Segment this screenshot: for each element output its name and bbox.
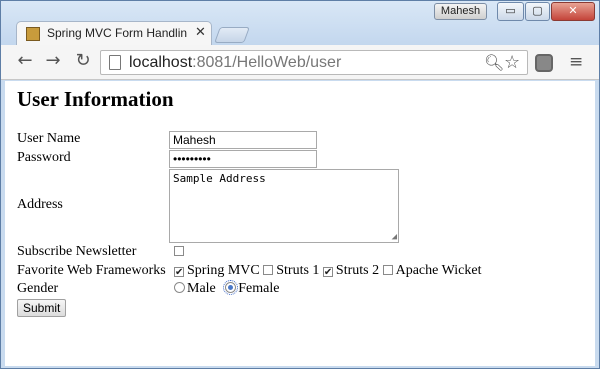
address-label: Address	[17, 197, 63, 212]
gender-row: Male Female	[174, 280, 280, 297]
gender-radio-male[interactable]	[174, 282, 185, 293]
maximize-button[interactable]: ▢	[525, 2, 550, 21]
minimize-button[interactable]: ▭	[497, 2, 524, 21]
extension-icon[interactable]	[535, 54, 553, 72]
framework-checkbox-apache-wicket[interactable]	[382, 265, 393, 275]
framework-label-struts1: Struts 1	[276, 263, 320, 278]
browser-tab[interactable]: Spring MVC Form Handlin ✕	[16, 21, 212, 46]
framework-label-spring-mvc: Spring MVC	[187, 263, 260, 278]
page-title: User Information	[17, 87, 174, 111]
address-textarea[interactable]: Sample Address ◢	[169, 169, 399, 243]
username-label: User Name	[17, 131, 81, 146]
tab-close-icon[interactable]: ✕	[195, 25, 206, 40]
close-window-button[interactable]: ✕	[551, 2, 595, 21]
frameworks-row: ✔ Spring MVC Struts 1 ✔ Struts 2 Apache Wi…	[174, 263, 481, 279]
newsletter-row	[174, 244, 187, 260]
url-text[interactable]: localhost:8081/HelloWeb/user	[129, 54, 341, 72]
framework-checkbox-struts1[interactable]	[263, 265, 274, 275]
url-host: localhost	[129, 54, 193, 71]
submit-button[interactable]: Submit	[17, 299, 67, 317]
page-icon	[109, 55, 121, 70]
star-icon[interactable]: ☆	[504, 52, 520, 73]
favicon-icon	[26, 27, 40, 41]
framework-label-struts2: Struts 2	[335, 263, 380, 278]
profile-button[interactable]: Mahesh	[434, 3, 487, 20]
back-icon[interactable]: ←	[15, 51, 35, 71]
zoom-icon[interactable]: 🔍︎	[484, 53, 504, 72]
address-text: Sample Address	[173, 172, 266, 185]
browser-window: Mahesh ▭ ▢ ✕ Spring MVC Form Handlin ✕ ←…	[0, 0, 600, 369]
framework-checkbox-spring-mvc[interactable]: ✔	[174, 267, 184, 278]
reload-icon[interactable]: ↻	[73, 51, 93, 71]
framework-label-apache-wicket: Apache Wicket	[395, 263, 482, 278]
forward-icon[interactable]: →	[43, 51, 63, 71]
tab-title: Spring MVC Form Handlin	[47, 26, 187, 40]
browser-toolbar: ← → ↻ localhost:8081/HelloWeb/user 🔍︎ ☆ …	[1, 45, 599, 80]
new-tab-button[interactable]	[214, 27, 250, 43]
gender-label: Gender	[17, 281, 59, 296]
newsletter-checkbox[interactable]	[174, 246, 184, 256]
url-path: :8081/HelloWeb/user	[192, 54, 342, 71]
framework-checkbox-struts2[interactable]: ✔	[322, 267, 333, 278]
gender-label-female: Female	[238, 281, 280, 296]
title-bar: Mahesh ▭ ▢ ✕ Spring MVC Form Handlin ✕	[1, 1, 599, 46]
resize-handle-icon[interactable]: ◢	[392, 232, 397, 242]
address-bar[interactable]: localhost:8081/HelloWeb/user 🔍︎ ☆	[100, 50, 528, 75]
password-input[interactable]: •••••••••	[169, 150, 317, 168]
password-label: Password	[17, 150, 71, 165]
username-input[interactable]: Mahesh	[169, 131, 317, 149]
gender-label-male: Male	[187, 281, 216, 296]
frameworks-label: Favorite Web Frameworks	[17, 263, 166, 278]
gender-radio-female[interactable]	[223, 280, 239, 295]
page-viewport: User Information User Name Mahesh Passwo…	[5, 81, 595, 366]
newsletter-label: Subscribe Newsletter	[17, 244, 137, 259]
menu-icon[interactable]: ≡	[569, 52, 583, 72]
